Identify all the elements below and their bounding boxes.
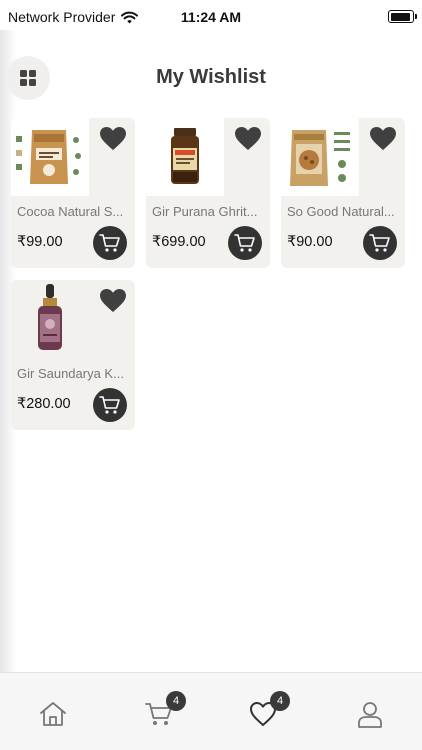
product-price: ₹280.00: [17, 396, 71, 412]
product-price: ₹99.00: [17, 234, 63, 250]
heart-filled-icon: [370, 127, 396, 150]
product-card[interactable]: So Good Natural... ₹90.00: [281, 118, 405, 268]
battery-icon: [388, 10, 417, 23]
nav-home[interactable]: [38, 699, 68, 729]
cart-count-badge: 4: [166, 691, 186, 711]
product-price: ₹699.00: [152, 234, 206, 250]
product-card[interactable]: Cocoa Natural S... ₹99.00: [11, 118, 135, 268]
add-to-cart-button[interactable]: [363, 226, 397, 260]
page-title: My Wishlist: [156, 66, 266, 88]
product-name[interactable]: So Good Natural...: [287, 204, 401, 219]
cart-icon: [234, 234, 255, 252]
add-to-cart-button[interactable]: [228, 226, 262, 260]
product-price: ₹90.00: [287, 234, 333, 250]
home-icon: [40, 702, 66, 726]
wishlist-heart-button[interactable]: [234, 126, 262, 156]
nav-cart[interactable]: 4: [144, 691, 186, 729]
product-image[interactable]: [11, 118, 89, 196]
bottom-nav: 4 4: [0, 672, 422, 750]
product-name[interactable]: Gir Purana Ghrit...: [152, 204, 266, 219]
product-name[interactable]: Gir Saundarya K...: [17, 366, 131, 381]
nav-wishlist[interactable]: 4: [248, 691, 290, 729]
wishlist-heart-button[interactable]: [99, 288, 127, 318]
product-card[interactable]: Gir Purana Ghrit... ₹699.00: [146, 118, 270, 268]
product-name[interactable]: Cocoa Natural S...: [17, 204, 131, 219]
add-to-cart-button[interactable]: [93, 226, 127, 260]
cart-icon: [369, 234, 390, 252]
status-bar: Network Provider 11:24 AM: [0, 0, 422, 34]
product-image[interactable]: [146, 118, 224, 196]
cart-icon: [99, 234, 120, 252]
wishlist-heart-button[interactable]: [99, 126, 127, 156]
wishlist-count-badge: 4: [270, 691, 290, 711]
product-image[interactable]: [281, 118, 359, 196]
wishlist-grid: Cocoa Natural S... ₹99.00 Gir Purana Ghr…: [11, 118, 407, 430]
wishlist-heart-button[interactable]: [369, 126, 397, 156]
product-image[interactable]: [11, 280, 89, 358]
profile-icon: [358, 702, 382, 728]
clock: 11:24 AM: [180, 9, 242, 25]
product-card[interactable]: Gir Saundarya K... ₹280.00: [11, 280, 135, 430]
add-to-cart-button[interactable]: [93, 388, 127, 422]
nav-profile[interactable]: [355, 699, 385, 729]
heart-filled-icon: [100, 127, 126, 150]
heart-filled-icon: [235, 127, 261, 150]
cart-icon: [99, 396, 120, 414]
heart-filled-icon: [100, 289, 126, 312]
